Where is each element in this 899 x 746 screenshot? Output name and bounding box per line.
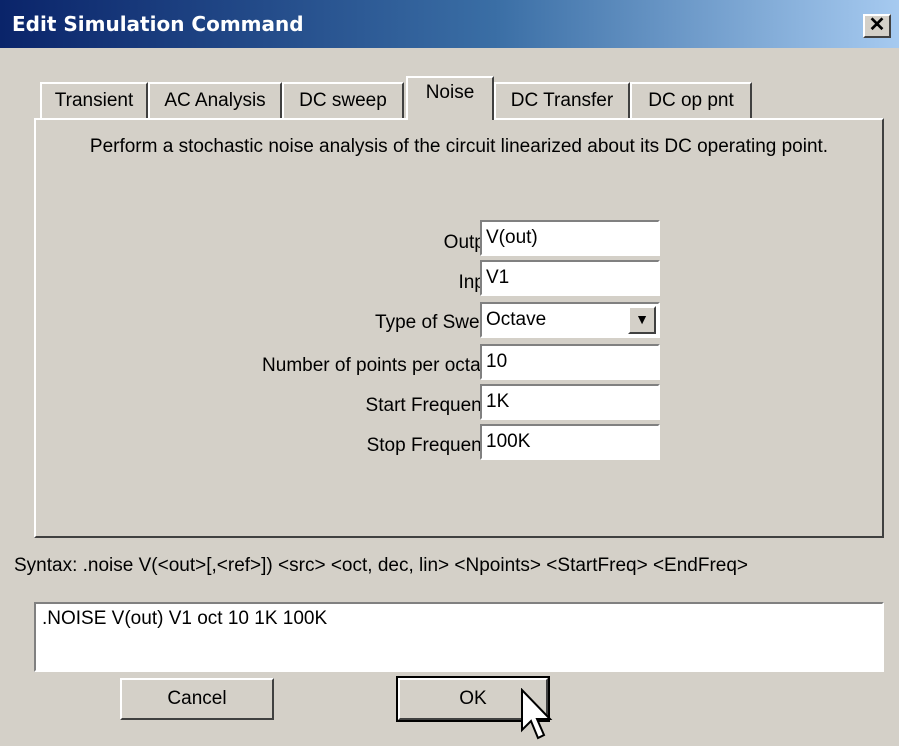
tab-noise[interactable]: Noise — [406, 76, 494, 120]
output-label: Output: — [443, 232, 506, 253]
stop-frequency-field[interactable]: 100K — [480, 424, 660, 460]
sweep-type-value: Octave — [486, 309, 547, 330]
syntax-text: Syntax: .noise V(<out>[,<ref>]) <src> <o… — [14, 555, 749, 576]
analysis-description: Perform a stochastic noise analysis of t… — [89, 136, 829, 157]
input-field[interactable]: V1 — [480, 260, 660, 296]
window-title: Edit Simulation Command — [12, 12, 304, 36]
tab-label: AC Analysis — [164, 90, 266, 111]
sweep-type-label: Type of Sweep: — [375, 312, 506, 333]
tab-dc-transfer[interactable]: DC Transfer — [494, 82, 630, 118]
input-label: Input: — [66, 272, 506, 294]
start-frequency-label: Start Frequency: — [365, 395, 506, 416]
tab-dc-sweep[interactable]: DC sweep — [282, 82, 404, 118]
tab-label: DC sweep — [299, 90, 387, 111]
title-bar: Edit Simulation Command ✕ — [0, 0, 899, 48]
points-label: Number of points per octave: — [262, 355, 506, 376]
tab-transient[interactable]: Transient — [40, 82, 148, 118]
output-field[interactable]: V(out) — [480, 220, 660, 256]
command-text-box[interactable]: .NOISE V(out) V1 oct 10 1K 100K — [34, 602, 884, 672]
tab-label: DC op pnt — [648, 90, 734, 111]
noise-panel: Perform a stochastic noise analysis of t… — [34, 118, 884, 538]
chevron-down-icon[interactable]: ▼ — [628, 306, 656, 334]
mouse-cursor-icon — [521, 688, 553, 740]
sweep-type-select[interactable]: Octave ▼ — [480, 302, 660, 338]
tab-dc-op-pnt[interactable]: DC op pnt — [630, 82, 752, 118]
points-field[interactable]: 10 — [480, 344, 660, 380]
cancel-button[interactable]: Cancel — [120, 678, 274, 720]
stop-frequency-label: Stop Frequency: — [366, 435, 506, 456]
start-frequency-field[interactable]: 1K — [480, 384, 660, 420]
tab-label: Transient — [54, 90, 134, 111]
close-button[interactable]: ✕ — [863, 14, 891, 38]
tab-label: DC Transfer — [510, 90, 614, 111]
tab-ac-analysis[interactable]: AC Analysis — [148, 82, 282, 118]
close-icon: ✕ — [868, 14, 886, 36]
tab-label: Noise — [425, 82, 475, 103]
